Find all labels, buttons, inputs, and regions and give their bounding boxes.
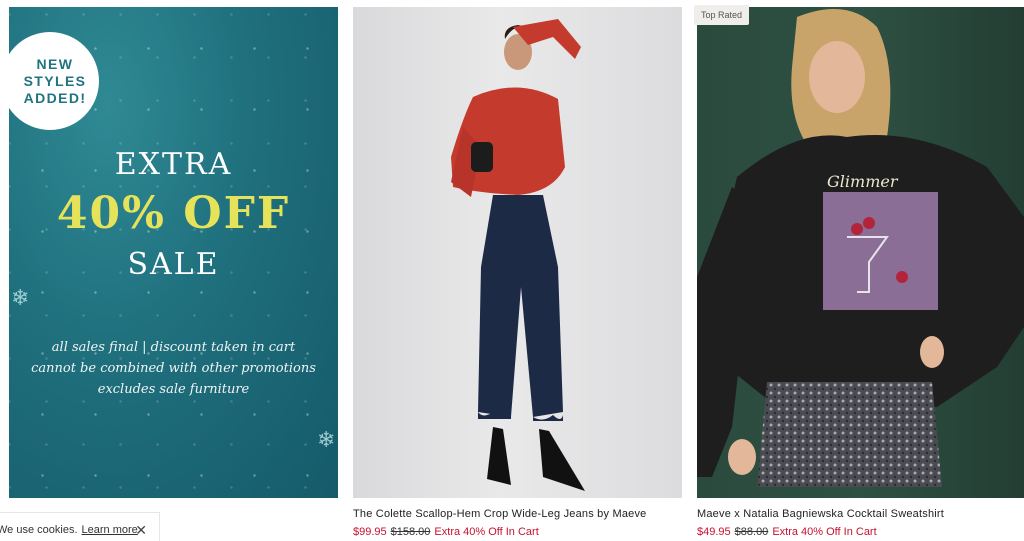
- promo-note: Extra 40% Off In Cart: [434, 526, 539, 538]
- fine-print-line-1: all sales final | discount taken in cart: [51, 340, 296, 355]
- cookie-banner: We use cookies. Learn more ✕: [0, 512, 160, 541]
- snowflake-icon: ❄: [11, 285, 30, 310]
- original-price: $158.00: [390, 526, 431, 538]
- cookie-text: We use cookies.: [0, 524, 78, 536]
- close-icon[interactable]: ✕: [135, 522, 147, 539]
- product-image-sweatshirt[interactable]: Glimmer: [697, 7, 1024, 498]
- product-image-jeans[interactable]: [353, 7, 682, 498]
- learn-more-link[interactable]: Learn more: [82, 524, 138, 536]
- sale-price: $99.95: [353, 526, 387, 538]
- model-illustration: [451, 19, 585, 491]
- snowflake-icon: ❄: [317, 427, 336, 452]
- promo-note: Extra 40% Off In Cart: [772, 526, 877, 538]
- fine-print-line-2: cannot be combined with other promotions: [31, 361, 316, 376]
- sweatshirt-graphic-text: Glimmer: [827, 172, 898, 191]
- badge-line-1: NEW: [36, 55, 74, 72]
- promo-banner[interactable]: NEW STYLES ADDED! EXTRA 40% OFF SALE all…: [9, 7, 338, 498]
- promo-title-sale: SALE: [127, 247, 220, 282]
- fine-print-line-3: excludes sale furniture: [97, 382, 250, 397]
- promo-fine-print: all sales final | discount taken in cart…: [9, 337, 338, 400]
- product-price: $49.95 $88.00 Extra 40% Off In Cart: [697, 526, 877, 538]
- promo-title-extra: EXTRA: [114, 147, 233, 182]
- top-rated-badge: Top Rated: [694, 5, 750, 25]
- promo-title-discount: 40% OFF: [56, 188, 291, 239]
- model-illustration: [697, 9, 1024, 487]
- badge-line-2: STYLES: [23, 72, 87, 89]
- product-name-link[interactable]: The Colette Scallop-Hem Crop Wide-Leg Je…: [353, 508, 646, 520]
- badge-line-3: ADDED!: [23, 89, 87, 106]
- product-grid: NEW STYLES ADDED! EXTRA 40% OFF SALE all…: [0, 0, 1024, 541]
- original-price: $88.00: [734, 526, 769, 538]
- sale-price: $49.95: [697, 526, 731, 538]
- product-name-link[interactable]: Maeve x Natalia Bagniewska Cocktail Swea…: [697, 508, 944, 520]
- product-price: $99.95 $158.00 Extra 40% Off In Cart: [353, 526, 539, 538]
